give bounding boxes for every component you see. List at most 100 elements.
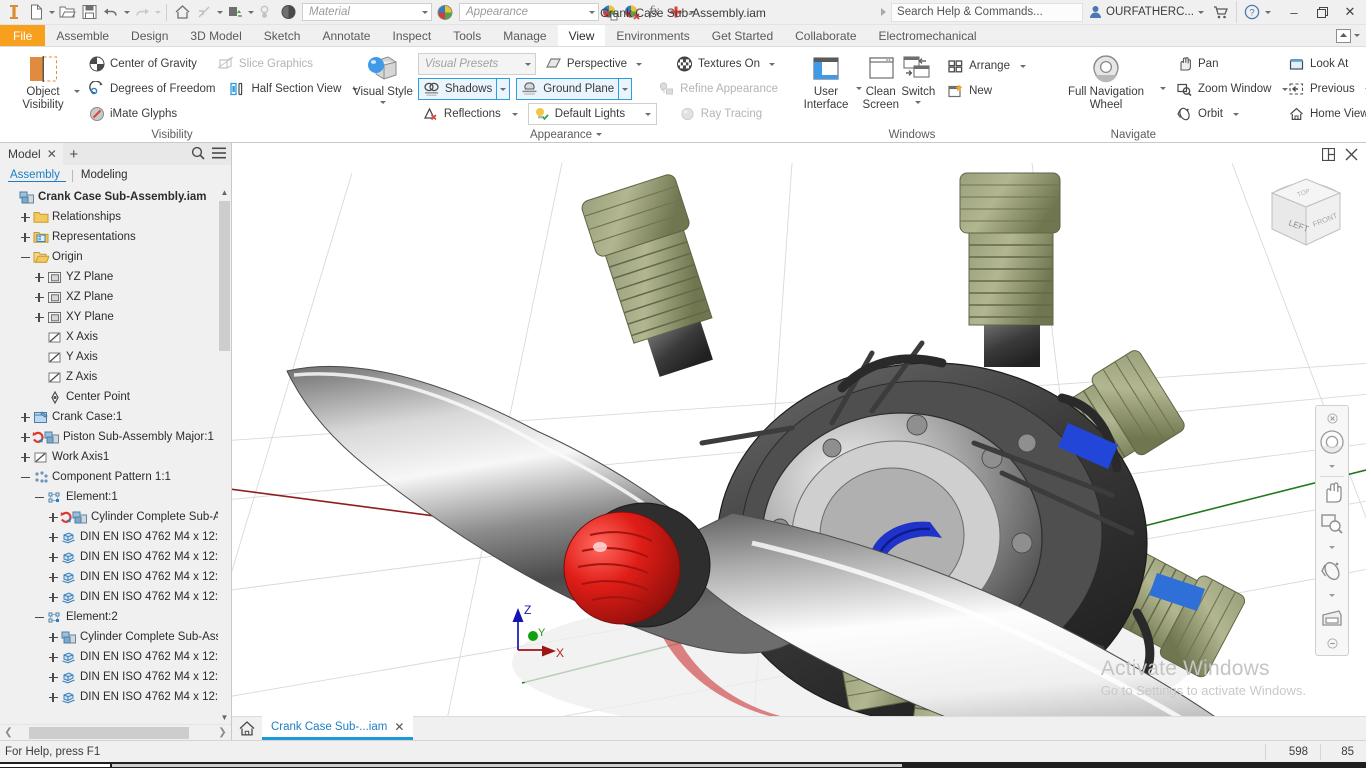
hscroll-thumb[interactable]: [29, 726, 189, 739]
chevron-down-icon[interactable]: [635, 62, 642, 66]
clear-appearance-icon[interactable]: [621, 1, 643, 23]
browser-subtab-modeling[interactable]: Modeling: [79, 169, 134, 182]
tree-node[interactable]: Work Axis1: [0, 447, 231, 467]
half-section-view-button[interactable]: Half Section View: [225, 78, 362, 100]
tree-node[interactable]: Representations: [0, 227, 231, 247]
chevron-down-icon[interactable]: [915, 101, 922, 104]
ribbon-options-chevron-icon[interactable]: [1354, 34, 1360, 37]
scroll-down-icon[interactable]: ▼: [218, 710, 231, 724]
expand-plus-icon[interactable]: [46, 667, 60, 687]
collapse-minus-icon[interactable]: [18, 467, 32, 487]
tab-inspect[interactable]: Inspect: [381, 25, 442, 46]
close-icon[interactable]: ✕: [47, 147, 57, 161]
expand-plus-icon[interactable]: [46, 627, 60, 647]
tree-node[interactable]: DIN EN ISO 4762 M4 x 12:2: [0, 587, 231, 607]
adjust-appearance-icon[interactable]: [599, 1, 621, 23]
reflections-button[interactable]: Reflections: [418, 103, 522, 125]
steering-wheel-icon[interactable]: [1317, 427, 1347, 457]
default-lights-button[interactable]: Default Lights: [529, 103, 640, 125]
search-expand-icon[interactable]: [881, 8, 887, 16]
tree-node[interactable]: DIN EN ISO 4762 M4 x 12:7: [0, 687, 231, 707]
help-dropdown[interactable]: [1263, 1, 1272, 23]
chevron-down-icon[interactable]: [1317, 457, 1347, 475]
expand-plus-icon[interactable]: [32, 267, 46, 287]
document-tab[interactable]: Crank Case Sub-...iam ✕: [262, 716, 414, 740]
tree-node[interactable]: Y Axis: [0, 347, 231, 367]
tree-node[interactable]: Cylinder Complete Sub-Asser: [0, 627, 231, 647]
tab-tools[interactable]: Tools: [442, 25, 492, 46]
clean-screen-button[interactable]: Clean Screen: [862, 50, 900, 112]
chevron-down-icon[interactable]: [1232, 112, 1239, 116]
tab-design[interactable]: Design: [120, 25, 179, 46]
shadows-dropdown[interactable]: [497, 78, 511, 100]
orbit-icon[interactable]: [1317, 556, 1347, 586]
update-icon[interactable]: [224, 1, 246, 23]
view-cube[interactable]: LEFT FRONT TOP: [1256, 165, 1356, 265]
ground-plane-button[interactable]: Ground Plane: [516, 78, 620, 100]
split-view-icon[interactable]: [1322, 147, 1335, 161]
tree-node[interactable]: Element:1: [0, 487, 231, 507]
collapse-minus-icon[interactable]: [32, 607, 46, 627]
previous-view-button[interactable]: Previous: [1284, 78, 1366, 100]
default-lights-dropdown[interactable]: [640, 112, 656, 116]
ground-plane-dropdown[interactable]: [619, 78, 633, 100]
shadows-button[interactable]: Shadows: [417, 78, 498, 100]
look-at-icon[interactable]: [1317, 604, 1347, 634]
new-window-button[interactable]: New: [943, 80, 996, 102]
browser-subtab-assembly[interactable]: Assembly: [8, 169, 66, 182]
panel-expand-chevron-icon[interactable]: [596, 133, 603, 137]
tree-node[interactable]: Cylinder Complete Sub-A:: [0, 507, 231, 527]
hamburger-menu-icon[interactable]: [212, 147, 226, 162]
update-dropdown[interactable]: [246, 1, 255, 23]
tab-annotate[interactable]: Annotate: [311, 25, 381, 46]
tree-node[interactable]: X Axis: [0, 327, 231, 347]
vscroll-thumb[interactable]: [219, 201, 230, 351]
close-button[interactable]: ✕: [1336, 0, 1364, 25]
tree-node[interactable]: YZ Plane: [0, 267, 231, 287]
tab-3d-model[interactable]: 3D Model: [179, 25, 252, 46]
collapse-minus-icon[interactable]: [18, 247, 32, 267]
object-visibility-dropdown[interactable]: [74, 53, 80, 109]
parameters-fx-icon[interactable]: fx: [643, 1, 665, 23]
orbit-button[interactable]: Orbit: [1172, 103, 1284, 125]
new-file-icon[interactable]: [25, 1, 47, 23]
undo-dropdown[interactable]: [122, 1, 131, 23]
minimize-button[interactable]: –: [1280, 0, 1308, 25]
tab-environments[interactable]: Environments: [605, 25, 700, 46]
chevron-down-icon[interactable]: [1019, 64, 1026, 68]
tree-node[interactable]: Element:2: [0, 607, 231, 627]
tree-node[interactable]: Z Axis: [0, 367, 231, 387]
expand-plus-icon[interactable]: [32, 307, 46, 327]
visual-style-button[interactable]: Visual Style: [350, 50, 416, 104]
pan-hand-icon[interactable]: [1317, 478, 1347, 508]
shopping-cart-icon[interactable]: [1210, 1, 1232, 23]
open-file-icon[interactable]: [56, 1, 78, 23]
undo-icon[interactable]: [100, 1, 122, 23]
object-visibility-button[interactable]: Object Visibility: [12, 50, 74, 112]
tree-node[interactable]: Piston Sub-Assembly Major:1: [0, 427, 231, 447]
tab-manage[interactable]: Manage: [492, 25, 557, 46]
tree-node[interactable]: DIN EN ISO 4762 M4 x 12:1: [0, 547, 231, 567]
tree-node[interactable]: Origin: [0, 247, 231, 267]
minimize-ribbon-button[interactable]: [1336, 28, 1351, 43]
restore-button[interactable]: [1308, 0, 1336, 25]
tree-node[interactable]: Crank Case:1: [0, 407, 231, 427]
tab-get-started[interactable]: Get Started: [701, 25, 784, 46]
chevron-down-icon[interactable]: [1317, 538, 1347, 556]
navbar-close-icon[interactable]: [1317, 409, 1347, 427]
appearance-swatch-icon[interactable]: [277, 1, 299, 23]
chevron-down-icon[interactable]: [379, 101, 386, 104]
collapse-minus-icon[interactable]: [32, 487, 46, 507]
tree-node[interactable]: XY Plane: [0, 307, 231, 327]
tree-node[interactable]: DIN EN ISO 4762 M4 x 12:3: [0, 567, 231, 587]
search-icon[interactable]: [191, 146, 205, 163]
tree-node[interactable]: Center Point: [0, 387, 231, 407]
textures-on-button[interactable]: Textures On: [672, 53, 779, 75]
expand-plus-icon[interactable]: [46, 587, 60, 607]
tree-node[interactable]: Crank Case Sub-Assembly.iam: [0, 187, 231, 207]
full-nav-dropdown[interactable]: [1160, 50, 1166, 112]
close-icon[interactable]: ✕: [394, 720, 404, 734]
add-browser-tab-button[interactable]: +: [63, 143, 85, 165]
account-menu[interactable]: OURFATHERC...: [1083, 1, 1210, 23]
expand-plus-icon[interactable]: [18, 427, 32, 447]
